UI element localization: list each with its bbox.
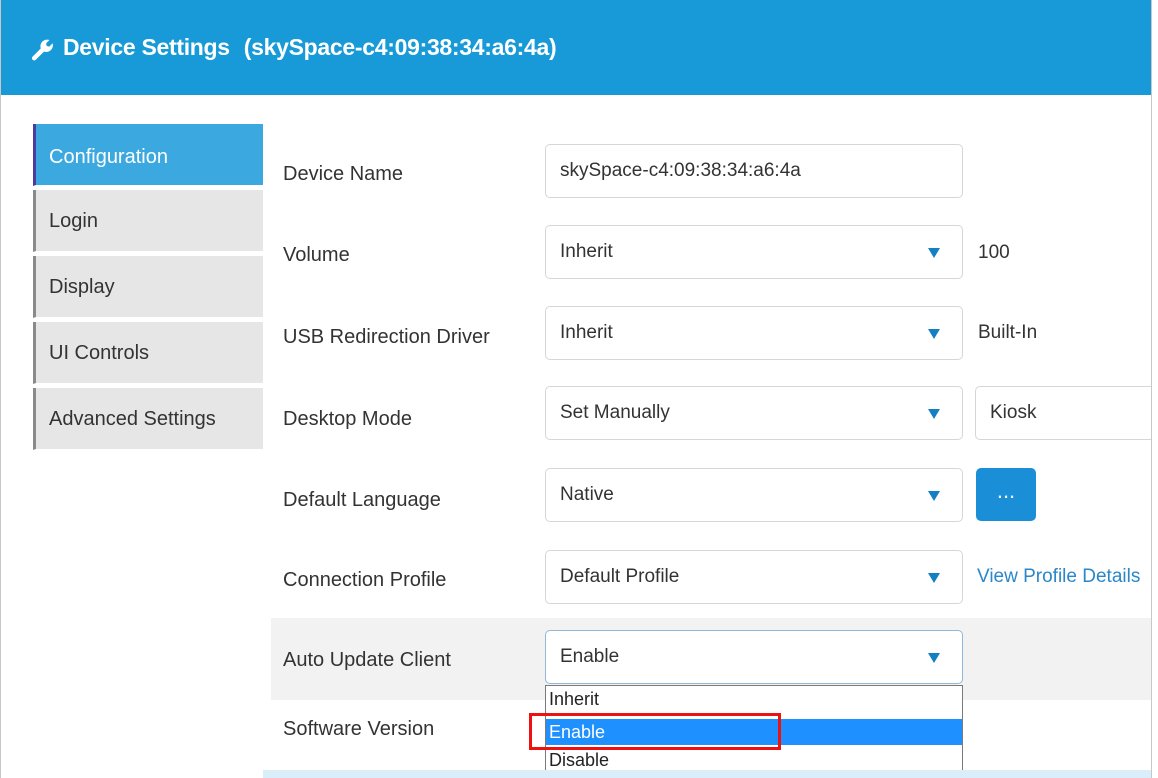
device-name-value: skySpace-c4:09:38:34:a6:4a [560,160,801,181]
volume-value: Inherit [560,241,613,262]
device-name-label: Device Name [283,163,404,185]
usb-driver-type: Built-In [978,322,1038,343]
desktop-mode-value: Set Manually [560,402,670,423]
view-profile-details-link[interactable]: View Profile Details [977,566,1140,588]
window-title: Device Settings (skySpace-c4:09:38:34:a6:… [63,34,557,61]
default-language-select[interactable]: Native [545,468,963,522]
usb-redirection-select[interactable]: Inherit [545,306,963,360]
tab-display[interactable]: Display [33,256,263,318]
tab-label: Login [49,210,98,232]
auto-update-label: Auto Update Client [283,649,451,671]
tab-label: UI Controls [49,342,150,364]
device-name-input[interactable]: skySpace-c4:09:38:34:a6:4a [545,144,963,198]
language-options-button[interactable]: ... [976,468,1036,521]
usb-redirection-label: USB Redirection Driver [283,326,490,348]
tab-ui-controls[interactable]: UI Controls [33,322,263,384]
kiosk-select[interactable]: Kiosk [975,386,1151,440]
tab-label: Display [49,276,115,298]
auto-update-select[interactable]: Enable [545,630,963,684]
window-header: Device Settings (skySpace-c4:09:38:34:a6:… [1,0,1151,95]
connection-profile-select[interactable]: Default Profile [545,550,963,604]
caret-down-icon [928,491,940,501]
annotation-highlight-box [529,713,781,750]
volume-select[interactable]: Inherit [545,225,963,279]
tab-configuration[interactable]: Configuration [33,124,263,186]
kiosk-value: Kiosk [990,402,1037,423]
caret-down-icon [928,409,940,419]
device-settings-window: Device Settings (skySpace-c4:09:38:34:a6:… [0,0,1152,778]
default-language-value: Native [560,484,614,505]
tab-login[interactable]: Login [33,190,263,252]
tab-advanced-settings[interactable]: Advanced Settings [33,388,263,450]
desktop-mode-label: Desktop Mode [283,408,412,430]
tab-label: Advanced Settings [49,408,216,430]
volume-label: Volume [283,244,350,266]
connection-profile-label: Connection Profile [283,569,447,591]
volume-level: 100 [978,242,1010,263]
connection-profile-value: Default Profile [560,566,680,587]
caret-down-icon [928,248,940,258]
device-id-subtitle: (skySpace-c4:09:38:34:a6:4a) [243,34,557,60]
software-version-label: Software Version [283,718,435,740]
usb-redirection-value: Inherit [560,322,613,343]
wrench-icon [31,39,53,61]
caret-down-icon [928,329,940,339]
dropdown-option-inherit[interactable]: Inherit [546,686,962,712]
bottom-strip [263,770,1151,778]
default-language-label: Default Language [283,489,441,511]
tab-label: Configuration [49,146,168,168]
caret-down-icon [928,653,940,663]
title-text: Device Settings [63,34,230,60]
auto-update-value: Enable [560,646,620,667]
caret-down-icon [928,573,940,583]
desktop-mode-select[interactable]: Set Manually [545,386,963,440]
